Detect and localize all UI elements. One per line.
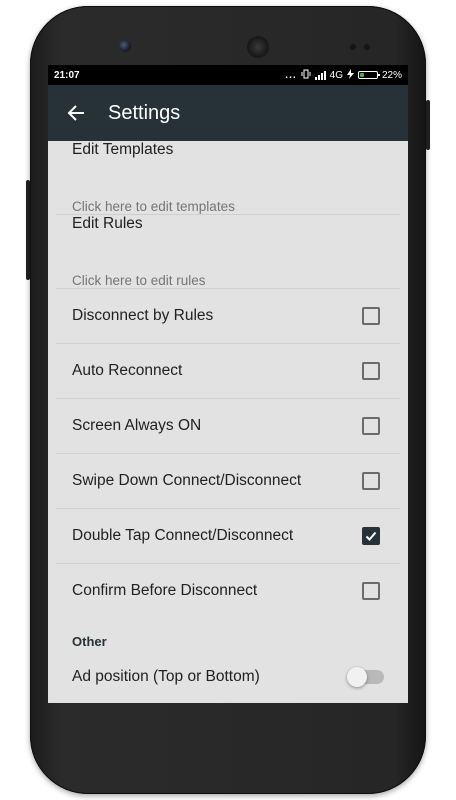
pref-title: Double Tap Connect/Disconnect [72,527,294,544]
charging-icon [346,68,354,82]
vibrate-icon [301,69,311,82]
back-button[interactable] [48,85,104,141]
checkbox[interactable] [362,527,380,545]
pref-title: Edit Templates [72,141,174,158]
signal-icon [314,70,326,80]
battery-percent: 22% [381,69,402,81]
app-toolbar: Settings [48,85,408,141]
front-camera [119,40,131,52]
switch-thumb [347,667,367,687]
category-header-other: Other [72,634,107,649]
check-icon [365,531,377,541]
pref-title: Ad position (Top or Bottom) [72,668,260,685]
proximity-sensor [350,44,356,50]
pref-title: Disconnect by Rules [72,307,214,324]
status-time: 21:07 [54,69,80,81]
pref-edit-templates[interactable]: Edit Templates Click here to edit templa… [56,141,400,214]
pref-double-tap-connect[interactable]: Double Tap Connect/Disconnect [56,509,400,563]
pref-summary: Click here to edit templates [72,199,235,214]
pref-title: Edit Rules [72,215,143,232]
pref-edit-rules[interactable]: Edit Rules Click here to edit rules [56,215,400,288]
page-title: Settings [108,101,181,124]
pref-auto-reconnect[interactable]: Auto Reconnect [56,344,400,398]
power-button [426,100,430,150]
pref-title: Screen Always ON [72,417,202,434]
network-type: 4G [329,69,343,81]
volume-button [26,180,30,280]
pref-screen-always-on[interactable]: Screen Always ON [56,399,400,453]
ad-position-switch[interactable] [347,667,384,687]
earpiece-speaker [247,36,269,58]
light-sensor [364,44,370,50]
status-bar: 21:07 ... 4G 22% [48,65,408,85]
battery-fill [359,73,364,77]
checkbox[interactable] [362,582,380,600]
pref-disconnect-by-rules[interactable]: Disconnect by Rules [56,289,400,343]
pref-swipe-down-connect[interactable]: Swipe Down Connect/Disconnect [56,454,400,508]
checkbox[interactable] [362,362,380,380]
checkbox[interactable] [362,472,380,490]
pref-confirm-before-disconnect[interactable]: Confirm Before Disconnect [56,564,400,618]
checkbox[interactable] [362,307,380,325]
pref-title: Swipe Down Connect/Disconnect [72,472,302,489]
pref-summary: Click here to edit rules [72,273,206,288]
arrow-back-icon [67,105,84,121]
battery-icon [357,71,380,79]
phone-screen: 21:07 ... 4G 22% Settings Edit Templates… [48,65,408,703]
pref-title: Auto Reconnect [72,362,183,379]
settings-list: Edit Templates Click here to edit templa… [48,141,408,699]
pref-title: Confirm Before Disconnect [72,582,258,599]
checkbox[interactable] [362,417,380,435]
notification-dots: ... [285,69,297,81]
pref-ad-position[interactable]: Ad position (Top or Bottom) [56,655,400,699]
